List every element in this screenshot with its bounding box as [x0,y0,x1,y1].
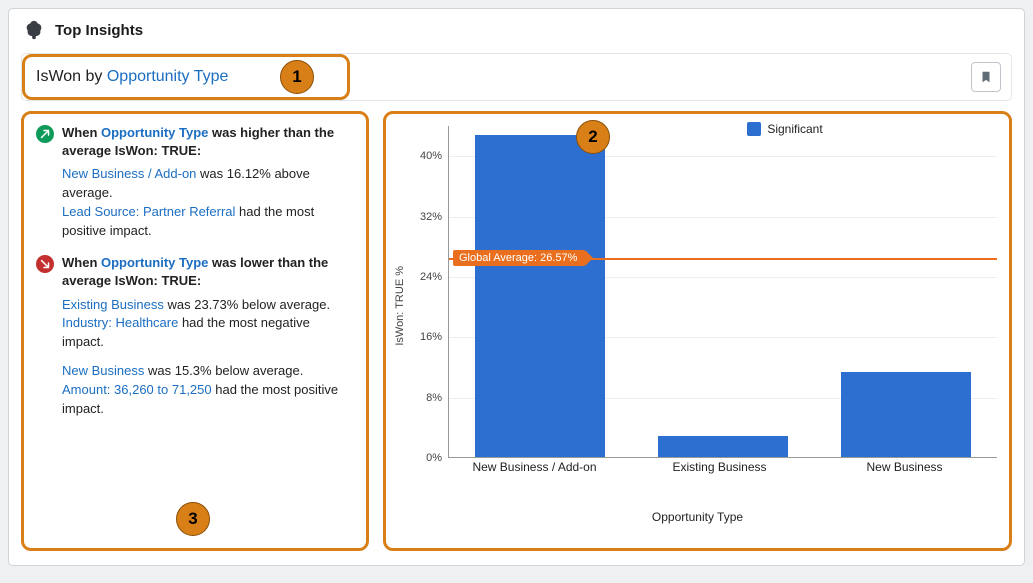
insight-lower-block: When Opportunity Type was lower than the… [36,254,354,418]
value-link[interactable]: New Business / Add-on [62,166,196,181]
bar-new-business-add-on[interactable] [475,135,605,457]
insight-higher-head-text: When Opportunity Type was higher than th… [62,124,354,159]
panel-header: Top Insights [9,9,1024,45]
global-average-label: Global Average: 26.57% [453,250,585,266]
insight-lower-head-text: When Opportunity Type was lower than the… [62,254,354,289]
insight-lower-body: Existing Business was 23.73% below avera… [36,296,354,419]
dimension-link[interactable]: Opportunity Type [101,255,208,270]
x-tick: New Business [812,454,997,494]
insight-higher-head: When Opportunity Type was higher than th… [36,124,354,159]
insight-higher-block: When Opportunity Type was higher than th… [36,124,354,240]
y-tick: 0% [426,452,442,464]
panel-content: IsWon by Opportunity Type 1 When Opportu… [9,45,1024,563]
y-tick: 16% [420,331,442,343]
insight-title-prefix: IsWon by [36,68,107,85]
x-tick: New Business / Add-on [442,454,627,494]
y-tick: 32% [420,211,442,223]
dimension-link[interactable]: Opportunity Type [101,125,208,140]
bookmark-button[interactable] [971,62,1001,92]
value-link[interactable]: Amount: 36,260 to 71,250 [62,382,212,397]
insight-title: IsWon by Opportunity Type [22,68,228,86]
y-tick: 40% [420,150,442,162]
value-link[interactable]: Existing Business [62,297,164,312]
insight-lower-head: When Opportunity Type was lower than the… [36,254,354,289]
value-link[interactable]: Lead Source: Partner Referral [62,204,235,219]
callout-badge-2: 2 [576,120,610,154]
y-axis-label: IsWon: TRUE % [392,266,408,346]
x-axis-label: Opportunity Type [386,510,1009,524]
insight-title-row: IsWon by Opportunity Type 1 [21,53,1012,101]
insight-text-column: When Opportunity Type was higher than th… [21,111,369,551]
einstein-icon [23,19,45,41]
y-tick: 24% [420,271,442,283]
arrow-down-icon [36,255,54,273]
columns: When Opportunity Type was higher than th… [21,111,1012,551]
panel-title: Top Insights [55,22,143,39]
callout-badge-3: 3 [176,502,210,536]
y-tick: 8% [426,392,442,404]
value-link[interactable]: New Business [62,363,144,378]
bar-new-business[interactable] [841,372,971,457]
chart-column: 2 Significant IsWon: TRUE % 0%8%16%24%32… [383,111,1012,551]
x-axis: New Business / Add-onExisting BusinessNe… [442,454,997,494]
bookmark-icon [979,70,993,84]
arrow-up-icon [36,125,54,143]
top-insights-panel: Top Insights IsWon by Opportunity Type 1 [8,8,1025,566]
plot-area: Global Average: 26.57% [448,126,997,458]
value-link[interactable]: Industry: Healthcare [62,315,178,330]
insight-higher-body: New Business / Add-on was 16.12% above a… [36,165,354,240]
insight-title-dimension-link[interactable]: Opportunity Type [107,68,229,85]
x-tick: Existing Business [627,454,812,494]
y-axis: 0%8%16%24%32%40% [408,126,448,458]
callout-badge-1: 1 [280,60,314,94]
